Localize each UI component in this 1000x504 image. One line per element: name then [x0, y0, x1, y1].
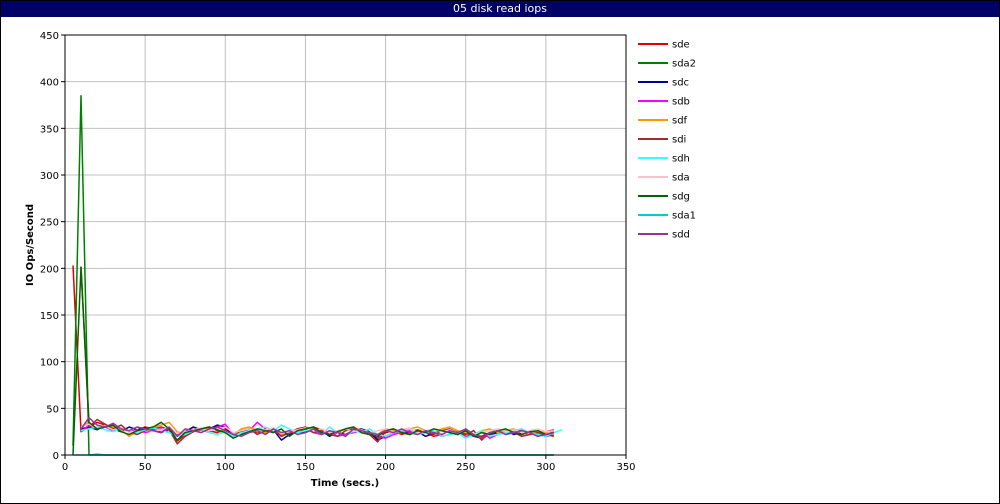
x-tick-label: 350: [616, 462, 635, 473]
legend-label-sda1: sda1: [672, 211, 696, 222]
y-tick-label: 150: [40, 311, 59, 322]
y-tick-label: 50: [46, 404, 59, 415]
chart-canvas: 0 50 100 150 200 250 300 350 0 50 100 150 200 250 300…: [25, 31, 696, 489]
legend-label-sdh: sdh: [672, 154, 690, 165]
x-tick-label: 200: [376, 462, 395, 473]
y-tick-label: 100: [40, 358, 59, 369]
legend-label-sda: sda: [672, 173, 690, 184]
legend-label-sde: sde: [672, 40, 690, 51]
y-tick-label: 200: [40, 264, 59, 275]
legend-label-sdi: sdi: [672, 135, 686, 146]
y-tick-label: 250: [40, 218, 59, 229]
series-line-sdi: [80, 266, 555, 445]
plot-border: [64, 34, 627, 456]
x-tick-label: 100: [216, 462, 235, 473]
y-tick-label: 0: [53, 451, 59, 462]
x-tick-labels: 0 50 100 150 200 250 300 350: [62, 462, 636, 473]
series-lines: [72, 94, 563, 456]
grid: [64, 34, 627, 456]
y-tick-labels: 0 50 100 150 200 250 300 350 400 450: [40, 31, 59, 462]
legend-label-sdb: sdb: [672, 97, 690, 108]
legend-label-sdc: sdc: [672, 78, 689, 89]
x-tick-label: 50: [139, 462, 152, 473]
y-tick-label: 400: [40, 78, 59, 89]
y-tick-label: 450: [40, 31, 59, 42]
legend-label-sdg: sdg: [672, 192, 690, 203]
x-tick-label: 300: [536, 462, 555, 473]
legend-label-sda2: sda2: [672, 59, 696, 70]
legend-label-sdd: sdd: [672, 230, 690, 241]
y-tick-label: 350: [40, 124, 59, 135]
x-tick-label: 150: [296, 462, 315, 473]
x-tick-label: 250: [456, 462, 475, 473]
legend: sde sda2 sdc sdb sdf sdi sdh sda sdg sda1 sdd: [638, 40, 696, 241]
axes: [61, 34, 627, 459]
legend-label-sdf: sdf: [672, 116, 688, 127]
x-tick-label: 0: [62, 462, 68, 473]
x-axis-label: Time (secs.): [311, 478, 380, 489]
y-tick-label: 300: [40, 171, 59, 182]
y-axis-label: IO Ops/Second: [25, 204, 36, 286]
